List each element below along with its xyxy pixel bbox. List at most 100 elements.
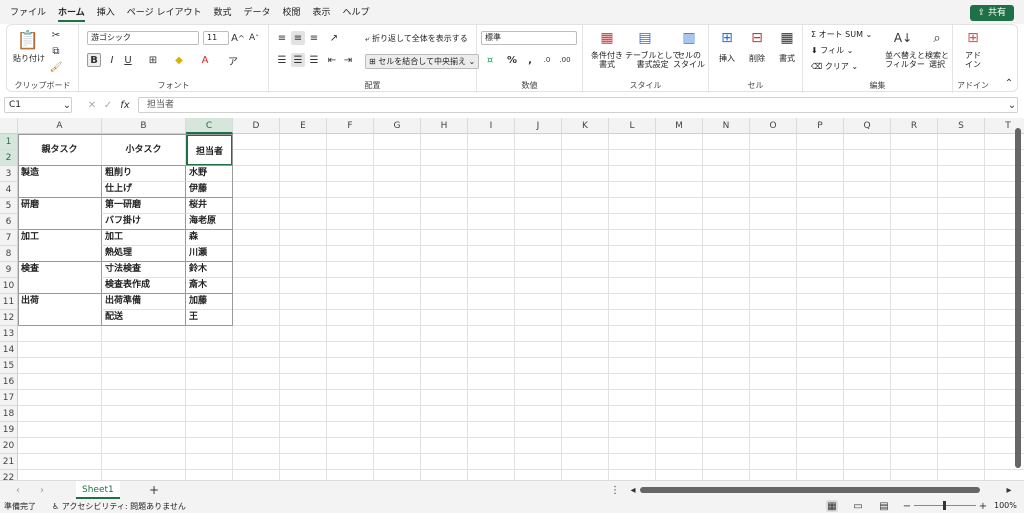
empty-cell[interactable] (609, 278, 656, 294)
normal-view-icon[interactable]: ▦ (826, 500, 838, 512)
format-as-table-icon[interactable]: ▤ (635, 29, 655, 47)
tab-data[interactable]: データ (237, 0, 276, 24)
header-cell-b[interactable]: 小タスク (102, 134, 186, 166)
page-layout-view-icon[interactable]: ▭ (852, 500, 864, 512)
next-sheet-icon[interactable]: › (36, 484, 48, 496)
empty-cell[interactable] (797, 374, 844, 390)
empty-cell[interactable] (750, 342, 797, 358)
empty-cell[interactable] (703, 246, 750, 262)
empty-cell[interactable] (844, 310, 891, 326)
empty-cell[interactable] (891, 358, 938, 374)
empty-cell[interactable] (280, 150, 327, 166)
empty-cell[interactable] (938, 358, 985, 374)
empty-cell[interactable] (102, 390, 186, 406)
empty-cell[interactable] (562, 374, 609, 390)
empty-cell[interactable] (327, 470, 374, 480)
empty-cell[interactable] (609, 438, 656, 454)
decrease-decimal-icon[interactable]: .00 (557, 53, 573, 67)
empty-cell[interactable] (374, 230, 421, 246)
empty-cell[interactable] (186, 390, 233, 406)
empty-cell[interactable] (468, 374, 515, 390)
empty-cell[interactable] (233, 166, 280, 182)
empty-cell[interactable] (656, 454, 703, 470)
subtask-cell[interactable]: 配送 (102, 310, 186, 326)
row-header[interactable]: 14 (0, 342, 18, 358)
select-all-corner[interactable] (0, 118, 18, 134)
subtask-cell[interactable]: 検査表作成 (102, 278, 186, 294)
empty-cell[interactable] (374, 358, 421, 374)
empty-cell[interactable] (609, 310, 656, 326)
column-header[interactable]: A (18, 118, 102, 134)
empty-cell[interactable] (797, 310, 844, 326)
empty-cell[interactable] (844, 262, 891, 278)
empty-cell[interactable] (18, 326, 102, 342)
empty-cell[interactable] (938, 294, 985, 310)
empty-cell[interactable] (938, 310, 985, 326)
empty-cell[interactable] (656, 246, 703, 262)
row-header[interactable]: 21 (0, 454, 18, 470)
empty-cell[interactable] (938, 166, 985, 182)
header-cell-a[interactable]: 親タスク (18, 134, 102, 166)
subtask-cell[interactable]: 寸法検査 (102, 262, 186, 278)
empty-cell[interactable] (280, 166, 327, 182)
empty-cell[interactable] (18, 342, 102, 358)
zoom-in-icon[interactable]: + (978, 500, 988, 512)
empty-cell[interactable] (938, 246, 985, 262)
spreadsheet-grid[interactable]: A B C D E F G H I J K L M N O P Q R S T 1 2 3 4 5 6 7 8 9 10 11 12 13 14 1… (0, 118, 1024, 480)
row-header[interactable]: 18 (0, 406, 18, 422)
empty-cell[interactable] (233, 294, 280, 310)
subtask-cell[interactable]: 第一研磨 (102, 198, 186, 214)
empty-cell[interactable] (844, 150, 891, 166)
empty-cell[interactable] (844, 246, 891, 262)
empty-cell[interactable] (609, 374, 656, 390)
empty-cell[interactable] (844, 166, 891, 182)
empty-cell[interactable] (18, 374, 102, 390)
tab-splitter-icon[interactable]: ⋮ (610, 484, 620, 496)
empty-cell[interactable] (938, 262, 985, 278)
empty-cell[interactable] (280, 134, 327, 150)
row-header[interactable]: 13 (0, 326, 18, 342)
empty-cell[interactable] (750, 182, 797, 198)
empty-cell[interactable] (656, 182, 703, 198)
tab-review[interactable]: 校閲 (276, 0, 306, 24)
empty-cell[interactable] (891, 198, 938, 214)
tab-insert[interactable]: 挿入 (91, 0, 121, 24)
column-header[interactable]: H (421, 118, 468, 134)
empty-cell[interactable] (468, 358, 515, 374)
empty-cell[interactable] (562, 278, 609, 294)
empty-cell[interactable] (468, 198, 515, 214)
empty-cell[interactable] (656, 230, 703, 246)
empty-cell[interactable] (891, 294, 938, 310)
empty-cell[interactable] (938, 342, 985, 358)
empty-cell[interactable] (891, 246, 938, 262)
empty-cell[interactable] (233, 358, 280, 374)
empty-cell[interactable] (233, 390, 280, 406)
empty-cell[interactable] (938, 406, 985, 422)
empty-cell[interactable] (703, 134, 750, 150)
empty-cell[interactable] (280, 390, 327, 406)
row-header[interactable]: 5 (0, 198, 18, 214)
column-header[interactable]: K (562, 118, 609, 134)
empty-cell[interactable] (703, 470, 750, 480)
column-header[interactable]: L (609, 118, 656, 134)
empty-cell[interactable] (186, 358, 233, 374)
clear-button[interactable]: ⌫ クリア ⌄ (811, 61, 858, 72)
empty-cell[interactable] (609, 342, 656, 358)
empty-cell[interactable] (609, 262, 656, 278)
empty-cell[interactable] (374, 310, 421, 326)
comma-style-icon[interactable]: , (523, 53, 537, 67)
empty-cell[interactable] (280, 422, 327, 438)
empty-cell[interactable] (327, 246, 374, 262)
empty-cell[interactable] (374, 470, 421, 480)
empty-cell[interactable] (703, 406, 750, 422)
empty-cell[interactable] (233, 406, 280, 422)
empty-cell[interactable] (797, 262, 844, 278)
empty-cell[interactable] (656, 310, 703, 326)
empty-cell[interactable] (421, 326, 468, 342)
empty-cell[interactable] (891, 438, 938, 454)
empty-cell[interactable] (515, 182, 562, 198)
empty-cell[interactable] (468, 438, 515, 454)
column-header[interactable]: P (797, 118, 844, 134)
empty-cell[interactable] (233, 310, 280, 326)
empty-cell[interactable] (609, 166, 656, 182)
